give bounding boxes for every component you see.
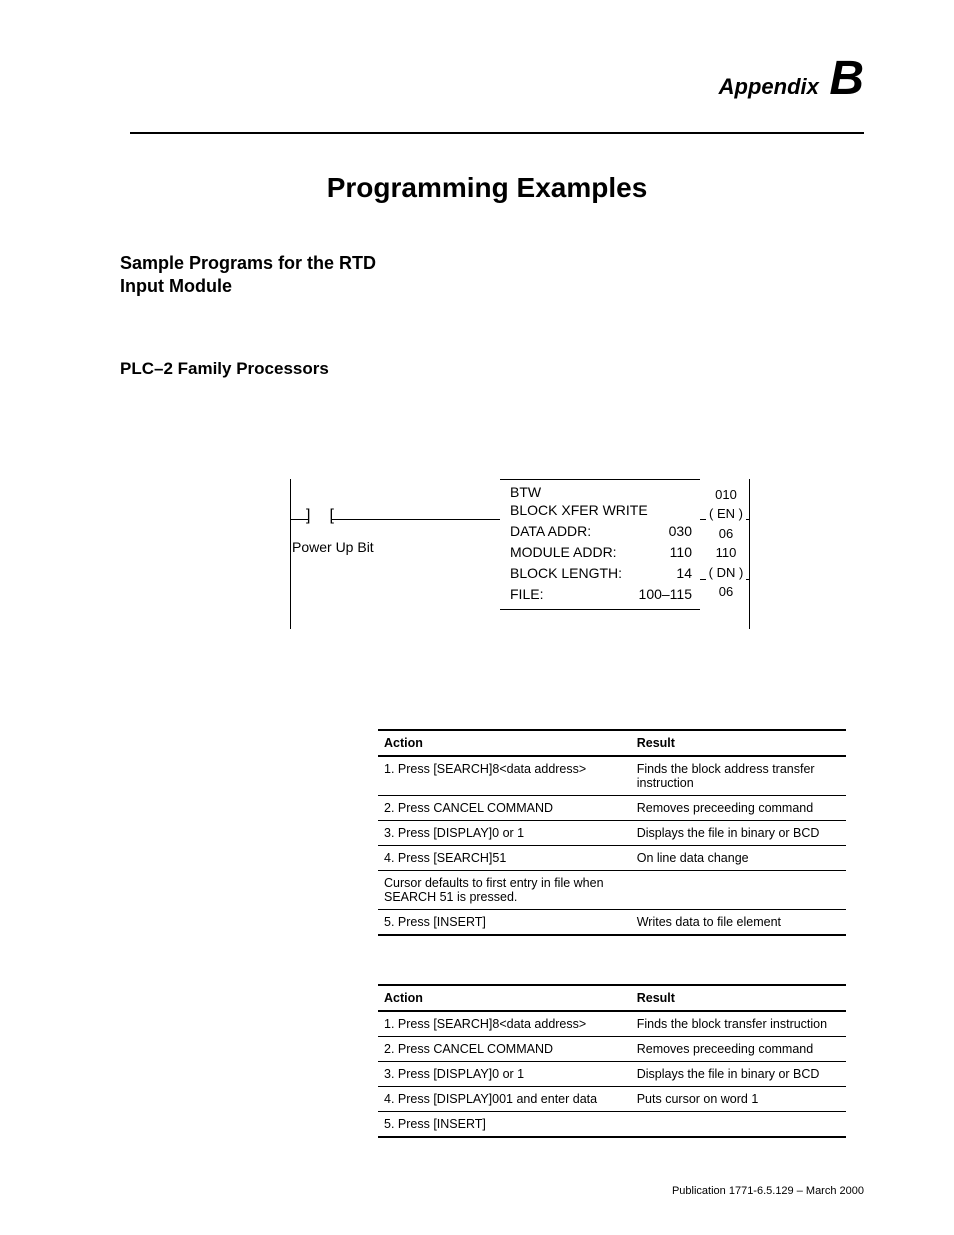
- out-06-b: 06: [706, 582, 746, 602]
- table-row: 1. Press [SEARCH]8<data address>Finds th…: [378, 1011, 846, 1037]
- btw-v2: 14: [676, 563, 692, 584]
- btw-k2: BLOCK LENGTH:: [510, 563, 622, 584]
- table-row: 5. Press [INSERT]Writes data to file ele…: [378, 909, 846, 935]
- header-rule: [130, 132, 864, 134]
- appendix-label: Appendix B: [110, 60, 864, 100]
- output-column: 010 ( EN ) 06 110 ( DN ) 06: [706, 485, 746, 602]
- action-result-table-2: Action Result 1. Press [SEARCH]8<data ad…: [378, 984, 846, 1138]
- table-row: 4. Press [DISPLAY]001 and enter dataPuts…: [378, 1086, 846, 1111]
- power-up-bit-label: Power Up Bit: [292, 539, 374, 555]
- xio-contact: ] [: [308, 509, 332, 529]
- publication-footer: Publication 1771-6.5.129 – March 2000: [672, 1185, 864, 1197]
- btw-title: BLOCK XFER WRITE: [510, 500, 648, 521]
- t1-h-result: Result: [631, 730, 846, 756]
- out-addr-110: 110: [706, 543, 746, 563]
- table-row: 5. Press [INSERT]: [378, 1111, 846, 1137]
- btw-instruction-box: BTW BLOCK XFER WRITE DATA ADDR: 030 MODUL…: [500, 479, 700, 610]
- ladder-right-rail: [749, 479, 750, 629]
- table-row: 3. Press [DISPLAY]0 or 1Displays the fil…: [378, 1061, 846, 1086]
- btw-k1: MODULE ADDR:: [510, 542, 617, 563]
- dn-coil: ( DN ): [706, 563, 746, 583]
- btw-name: BTW: [510, 484, 541, 500]
- t2-h-action: Action: [378, 985, 631, 1011]
- table-row: 2. Press CANCEL COMMANDRemoves preceedin…: [378, 1036, 846, 1061]
- page-title: Programming Examples: [110, 172, 864, 204]
- en-coil: ( EN ): [706, 504, 746, 524]
- btw-k0: DATA ADDR:: [510, 521, 591, 542]
- t2-h-result: Result: [631, 985, 846, 1011]
- table-row: 2. Press CANCEL COMMANDRemoves preceedin…: [378, 795, 846, 820]
- ladder-diagram: ] [ Power Up Bit BTW BLOCK XFER WRITE DA…: [290, 479, 750, 629]
- section-sample-programs: Sample Programs for the RTD Input Module: [120, 252, 380, 299]
- btw-v3: 100–115: [639, 584, 692, 605]
- table-row: 1. Press [SEARCH]8<data address>Finds th…: [378, 756, 846, 796]
- out-addr-010: 010: [706, 485, 746, 505]
- btw-k3: FILE:: [510, 584, 543, 605]
- table-row: 3. Press [DISPLAY]0 or 1Displays the fil…: [378, 820, 846, 845]
- section-plc2: PLC–2 Family Processors: [120, 359, 864, 379]
- action-result-table-1: Action Result 1. Press [SEARCH]8<data ad…: [378, 729, 846, 936]
- ladder-left-rail: [290, 479, 291, 629]
- table-row: Cursor defaults to first entry in file w…: [378, 870, 846, 909]
- t1-h-action: Action: [378, 730, 631, 756]
- appendix-word: Appendix: [719, 74, 819, 99]
- table-row: 4. Press [SEARCH]51On line data change: [378, 845, 846, 870]
- appendix-letter: B: [829, 52, 864, 105]
- btw-v0: 030: [669, 521, 692, 542]
- out-06-a: 06: [706, 524, 746, 544]
- btw-v1: 110: [670, 542, 692, 563]
